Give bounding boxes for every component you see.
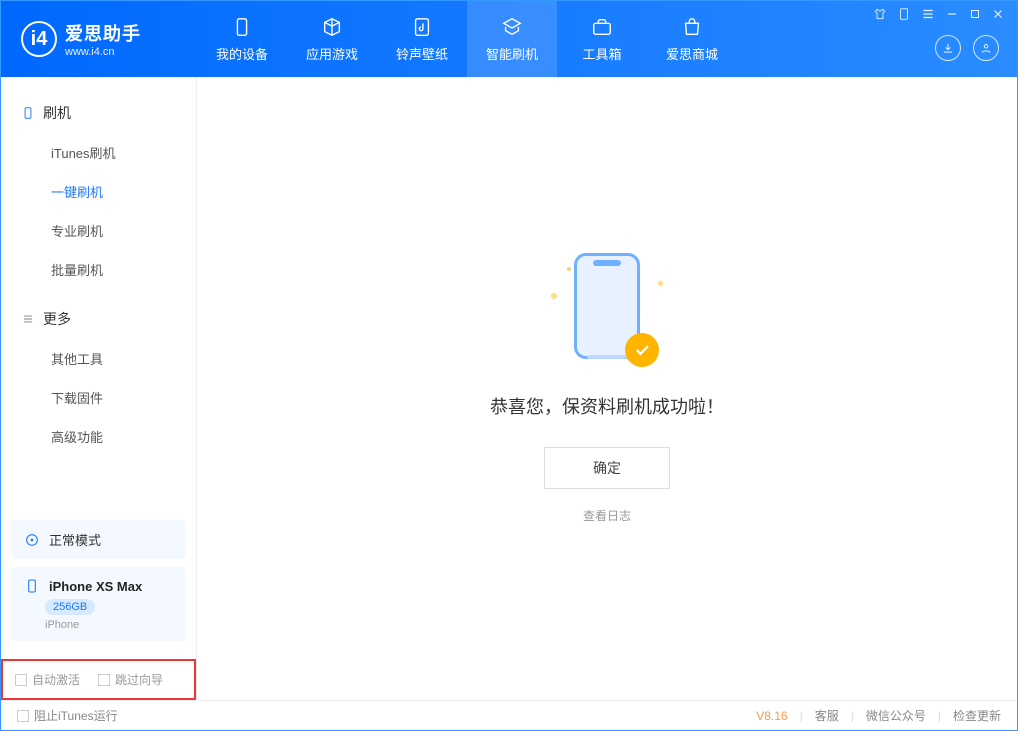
checkbox-icon [98, 674, 110, 686]
nav-label: 智能刷机 [486, 44, 538, 63]
view-log-link[interactable]: 查看日志 [583, 507, 631, 524]
close-button[interactable] [991, 7, 1005, 24]
nav-toolbox[interactable]: 工具箱 [557, 1, 647, 77]
nav-store[interactable]: 爱思商城 [647, 1, 737, 77]
checkbox-auto-activate[interactable]: 自动激活 [15, 671, 80, 688]
toolbox-icon [591, 16, 613, 38]
footer-link-update[interactable]: 检查更新 [953, 707, 1001, 724]
bag-icon [681, 16, 703, 38]
nav-smart-flash[interactable]: 智能刷机 [467, 1, 557, 77]
nav-ringtones[interactable]: 铃声壁纸 [377, 1, 467, 77]
sidebar-item-oneclick-flash[interactable]: 一键刷机 [1, 172, 196, 211]
device-icon [23, 577, 41, 595]
user-button[interactable] [973, 35, 999, 61]
sparkle-icon [550, 292, 558, 300]
checkbox-label: 阻止iTunes运行 [34, 707, 118, 724]
mode-label: 正常模式 [49, 530, 101, 549]
nav-my-device[interactable]: 我的设备 [197, 1, 287, 77]
minimize-button[interactable] [945, 7, 959, 24]
checkbox-skip-guide[interactable]: 跳过向导 [98, 671, 163, 688]
window-controls [873, 7, 1005, 24]
success-illustration [537, 253, 677, 373]
brand-name: 爱思助手 [65, 20, 141, 46]
version-label: V8.16 [756, 709, 787, 723]
footer: 阻止iTunes运行 V8.16 | 客服 | 微信公众号 | 检查更新 [1, 700, 1017, 730]
sidebar-item-batch-flash[interactable]: 批量刷机 [1, 250, 196, 289]
body: 刷机 iTunes刷机 一键刷机 专业刷机 批量刷机 更多 其他工具 下载固件 … [1, 77, 1017, 700]
header-right [873, 1, 1005, 77]
sparkle-icon [657, 280, 664, 287]
sidebar-item-download-firmware[interactable]: 下载固件 [1, 378, 196, 417]
success-message: 恭喜您，保资料刷机成功啦！ [490, 393, 724, 419]
check-badge-icon [625, 333, 659, 367]
cube-icon [321, 16, 343, 38]
user-area [935, 35, 999, 61]
options-row: 自动激活 跳过向导 [1, 659, 196, 700]
lock-icon[interactable] [897, 7, 911, 24]
checkbox-block-itunes[interactable]: 阻止iTunes运行 [17, 707, 118, 724]
nav-label: 铃声壁纸 [396, 44, 448, 63]
footer-right: V8.16 | 客服 | 微信公众号 | 检查更新 [756, 707, 1001, 724]
sidebar-item-itunes-flash[interactable]: iTunes刷机 [1, 133, 196, 172]
mode-card[interactable]: 正常模式 [11, 520, 186, 559]
brand-url: www.i4.cn [65, 46, 141, 58]
nav-label: 爱思商城 [666, 44, 718, 63]
phone-icon [21, 106, 35, 120]
storage-badge: 256GB [45, 599, 95, 615]
main-content: 恭喜您，保资料刷机成功啦！ 确定 查看日志 [197, 77, 1017, 700]
device-sub: iPhone [45, 619, 79, 631]
music-icon [411, 16, 433, 38]
device-icon [231, 16, 253, 38]
sidebar-title: 更多 [43, 309, 71, 329]
sparkle-icon [567, 267, 571, 271]
sidebar-header-more: 更多 [1, 299, 196, 339]
header: i4 爱思助手 www.i4.cn 我的设备 应用游戏 铃声壁纸 智能刷机 工具… [1, 1, 1017, 77]
shirt-icon[interactable] [873, 7, 887, 24]
nav-label: 工具箱 [582, 44, 621, 63]
logo-text: 爱思助手 www.i4.cn [65, 20, 141, 58]
logo-icon: i4 [21, 21, 57, 57]
nav-label: 应用游戏 [306, 44, 358, 63]
nav-label: 我的设备 [216, 44, 268, 63]
nav-apps-games[interactable]: 应用游戏 [287, 1, 377, 77]
refresh-icon [501, 16, 523, 38]
sidebar-section-flash: 刷机 iTunes刷机 一键刷机 专业刷机 批量刷机 [1, 93, 196, 289]
top-nav: 我的设备 应用游戏 铃声壁纸 智能刷机 工具箱 爱思商城 [197, 1, 737, 77]
sidebar-item-other-tools[interactable]: 其他工具 [1, 339, 196, 378]
sidebar-section-more: 更多 其他工具 下载固件 高级功能 [1, 299, 196, 456]
footer-link-support[interactable]: 客服 [815, 707, 839, 724]
checkbox-icon [17, 710, 29, 722]
sidebar: 刷机 iTunes刷机 一键刷机 专业刷机 批量刷机 更多 其他工具 下载固件 … [1, 77, 197, 700]
logo-area: i4 爱思助手 www.i4.cn [1, 20, 197, 58]
menu-icon[interactable] [921, 7, 935, 24]
download-button[interactable] [935, 35, 961, 61]
device-cards: 正常模式 iPhone XS Max 256GB iPhone [1, 510, 196, 659]
device-card[interactable]: iPhone XS Max 256GB iPhone [11, 567, 186, 641]
sidebar-item-advanced[interactable]: 高级功能 [1, 417, 196, 456]
ok-button[interactable]: 确定 [544, 447, 670, 489]
sidebar-title: 刷机 [43, 103, 71, 123]
sidebar-item-pro-flash[interactable]: 专业刷机 [1, 211, 196, 250]
checkbox-icon [15, 674, 27, 686]
checkbox-label: 跳过向导 [115, 671, 163, 688]
list-icon [21, 312, 35, 326]
sidebar-header-flash: 刷机 [1, 93, 196, 133]
mode-icon [23, 531, 41, 549]
maximize-button[interactable] [969, 8, 981, 23]
footer-link-wechat[interactable]: 微信公众号 [866, 707, 926, 724]
device-name: iPhone XS Max [49, 579, 142, 594]
checkbox-label: 自动激活 [32, 671, 80, 688]
